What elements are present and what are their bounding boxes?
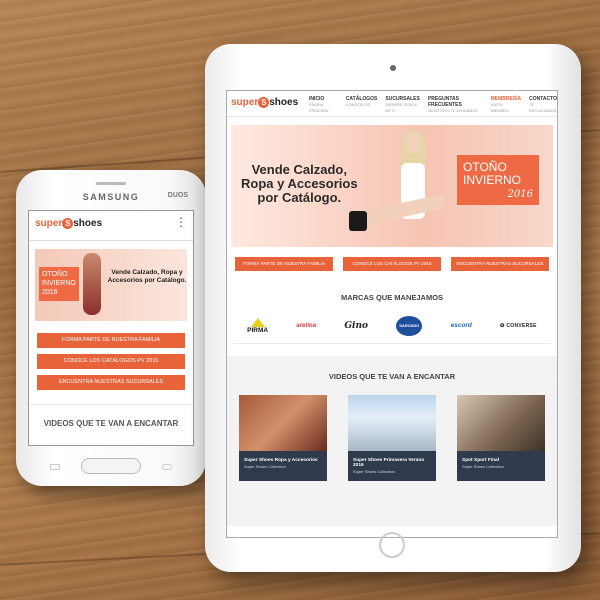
nav-membresia[interactable]: MEMBRESÍA HAZTE MIEMBRO [491, 96, 522, 114]
brand-name: PIRMA [247, 326, 269, 334]
catalogs-button[interactable]: CONOCE LOS CATÁLOGOS PV 2016 [343, 257, 441, 271]
tablet-home-button[interactable] [379, 532, 405, 558]
video-subtitle: Super Shoes Collection [244, 464, 286, 469]
tablet-screen: super Sshoes INICIO PÁGINA PRINCIPAL CATÁL… [226, 90, 558, 538]
banner-tagline: Vende Calzado, Ropa y Accesorios por Cat… [241, 163, 358, 205]
season-line-2: INVIERNO [463, 173, 522, 187]
brand-logo-converse[interactable]: ✪ CONVERSE [500, 323, 537, 329]
season-line-2: INVIERNO [42, 280, 76, 287]
tagline-line-2: Ropa y Accesorios [241, 176, 358, 191]
mobile-header: super Sshoes ⋮ [29, 211, 193, 241]
hero-banner[interactable]: Vende Calzado, Ropa y Accesorios por Cat… [231, 125, 553, 247]
nav-sublabel: HAZTE MIEMBRO [490, 103, 509, 113]
brand-logo-pirma[interactable]: PIRMA [247, 317, 269, 334]
branches-button[interactable]: ENCUENTRA NUESTRAS SUCURSALES [451, 257, 549, 271]
season-year: 2016 [507, 189, 533, 200]
season-line-1: OTOÑO [42, 271, 68, 278]
logo-shoes-text: shoes [269, 97, 299, 109]
nav-faq[interactable]: PREGUNTAS FRECUENTES NOSOTROS TE AYUDAMOS [428, 96, 483, 114]
video-subtitle: Super Shoes Collection [353, 469, 395, 474]
brand-logo-aretina[interactable]: aretina [296, 323, 316, 329]
videos-section-title: VIDEOS QUE TE VAN A ENCANTAR [29, 404, 193, 428]
join-family-button[interactable]: FORMA PARTE DE NUESTRA FAMILIA [235, 257, 333, 271]
logo-s-icon: S [258, 97, 270, 108]
nav-sucursales[interactable]: SUCURSALES SIEMPRE CERCA DE TI [385, 96, 420, 114]
cta-buttons: FORMA PARTE DE NUESTRA FAMILIA CONOCE LO… [235, 257, 549, 271]
brands-row: PIRMA aretina Gino SAROSSO escord ✪ CONV… [233, 315, 551, 344]
brand-logo-gino[interactable]: Gino [344, 321, 368, 331]
logo-shoes-text: shoes [73, 218, 103, 230]
video-card[interactable]: Super Shoes Primavera Verano 2016 Super … [348, 395, 436, 481]
video-list: Super Shoes Ropa y Accesorios Super Shoe… [239, 395, 545, 481]
video-card[interactable]: Spot Sport Final Super Shoes Collection [457, 395, 545, 481]
video-thumbnail [457, 395, 545, 451]
video-title: Super Shoes Ropa y Accesorios [244, 458, 318, 463]
tagline-line-1: Vende Calzado, [251, 162, 347, 177]
main-nav: INICIO PÁGINA PRINCIPAL CATÁLOGOS CONÓCELO… [309, 96, 557, 114]
nav-sublabel: CONÓCELOS [345, 103, 371, 107]
video-title: Super Shoes Primavera Verano 2016 [353, 458, 425, 468]
site-logo[interactable]: super Sshoes [231, 97, 298, 108]
video-card[interactable]: Super Shoes Ropa y Accesorios Super Shoe… [239, 395, 327, 481]
video-title: Spot Sport Final [462, 458, 500, 463]
model-boot [349, 211, 367, 231]
join-family-button[interactable]: FORMA PARTE DE NUESTRA FAMILIA [37, 333, 185, 348]
site-header: super Sshoes INICIO PÁGINA PRINCIPAL CATÁL… [227, 91, 557, 117]
nav-label: PREGUNTAS FRECUENTES [427, 96, 462, 108]
logo-super-text: super [231, 97, 259, 109]
phone-device: SAMSUNG DUOS super Sshoes ⋮ OTOÑO INVIERN… [16, 170, 206, 486]
logo-super-text: super [35, 218, 63, 230]
nav-sublabel: NOSOTROS TE AYUDAMOS [427, 109, 478, 113]
season-badge: OTOÑO INVIERNO 2016 [39, 267, 79, 301]
model-image [349, 131, 448, 237]
phone-back-key[interactable] [162, 464, 172, 470]
brand-name: CONVERSE [506, 322, 537, 329]
logo-s-icon: S [62, 218, 74, 229]
nav-sublabel: SIEMPRE CERCA DE TI [385, 103, 417, 113]
model-image [83, 253, 101, 315]
nav-sublabel: PÁGINA PRINCIPAL [309, 103, 329, 113]
catalogs-button[interactable]: CONOCE LOS CATÁLOGOS PV 2016 [37, 354, 185, 369]
phone-speaker [96, 182, 126, 185]
videos-section: VIDEOS QUE TE VAN A ENCANTAR Super Shoes… [227, 356, 557, 526]
tablet-camera [390, 65, 396, 71]
banner-tagline: Vende Calzado, Ropa y Accesorios por Cat… [107, 269, 187, 284]
season-badge: OTOÑO INVIERNO 2016 [457, 155, 539, 205]
phone-screen: super Sshoes ⋮ OTOÑO INVIERNO 2016 Vende … [28, 210, 194, 446]
model-head [405, 133, 421, 153]
pirma-triangle-icon [250, 317, 265, 327]
season-year: 2016 [42, 289, 58, 296]
site-logo[interactable]: super Sshoes [35, 218, 102, 229]
nav-inicio[interactable]: INICIO PÁGINA PRINCIPAL [309, 96, 338, 114]
branches-button[interactable]: ENCUENTRA NUESTRAS SUCURSALES [37, 375, 185, 390]
videos-section-title: VIDEOS QUE TE VAN A ENCANTAR [328, 372, 456, 381]
tagline-line-3: por Catálogo. [257, 190, 342, 205]
brands-section-title: MARCAS QUE MANEJAMOS [340, 293, 444, 302]
mobile-hero-banner[interactable]: OTOÑO INVIERNO 2016 Vende Calzado, Ropa … [35, 249, 187, 321]
video-subtitle: Super Shoes Collection [462, 464, 504, 469]
phone-model: DUOS [167, 192, 188, 199]
nav-catalogos[interactable]: CATÁLOGOS CONÓCELOS [346, 96, 378, 114]
phone-home-button[interactable] [81, 458, 141, 474]
brand-logo-escord[interactable]: escord [451, 322, 472, 329]
video-thumbnail [348, 395, 436, 451]
nav-contacto[interactable]: CONTACTO TE ESCUCHAMOS [529, 96, 557, 114]
brand-logo-sarosso[interactable]: SAROSSO [396, 315, 423, 336]
video-thumbnail [239, 395, 327, 451]
nav-sublabel: TE ESCUCHAMOS [529, 103, 557, 113]
menu-icon[interactable]: ⋮ [175, 216, 187, 228]
phone-menu-key[interactable] [50, 464, 60, 470]
tablet-device: super Sshoes INICIO PÁGINA PRINCIPAL CATÁL… [205, 44, 581, 572]
